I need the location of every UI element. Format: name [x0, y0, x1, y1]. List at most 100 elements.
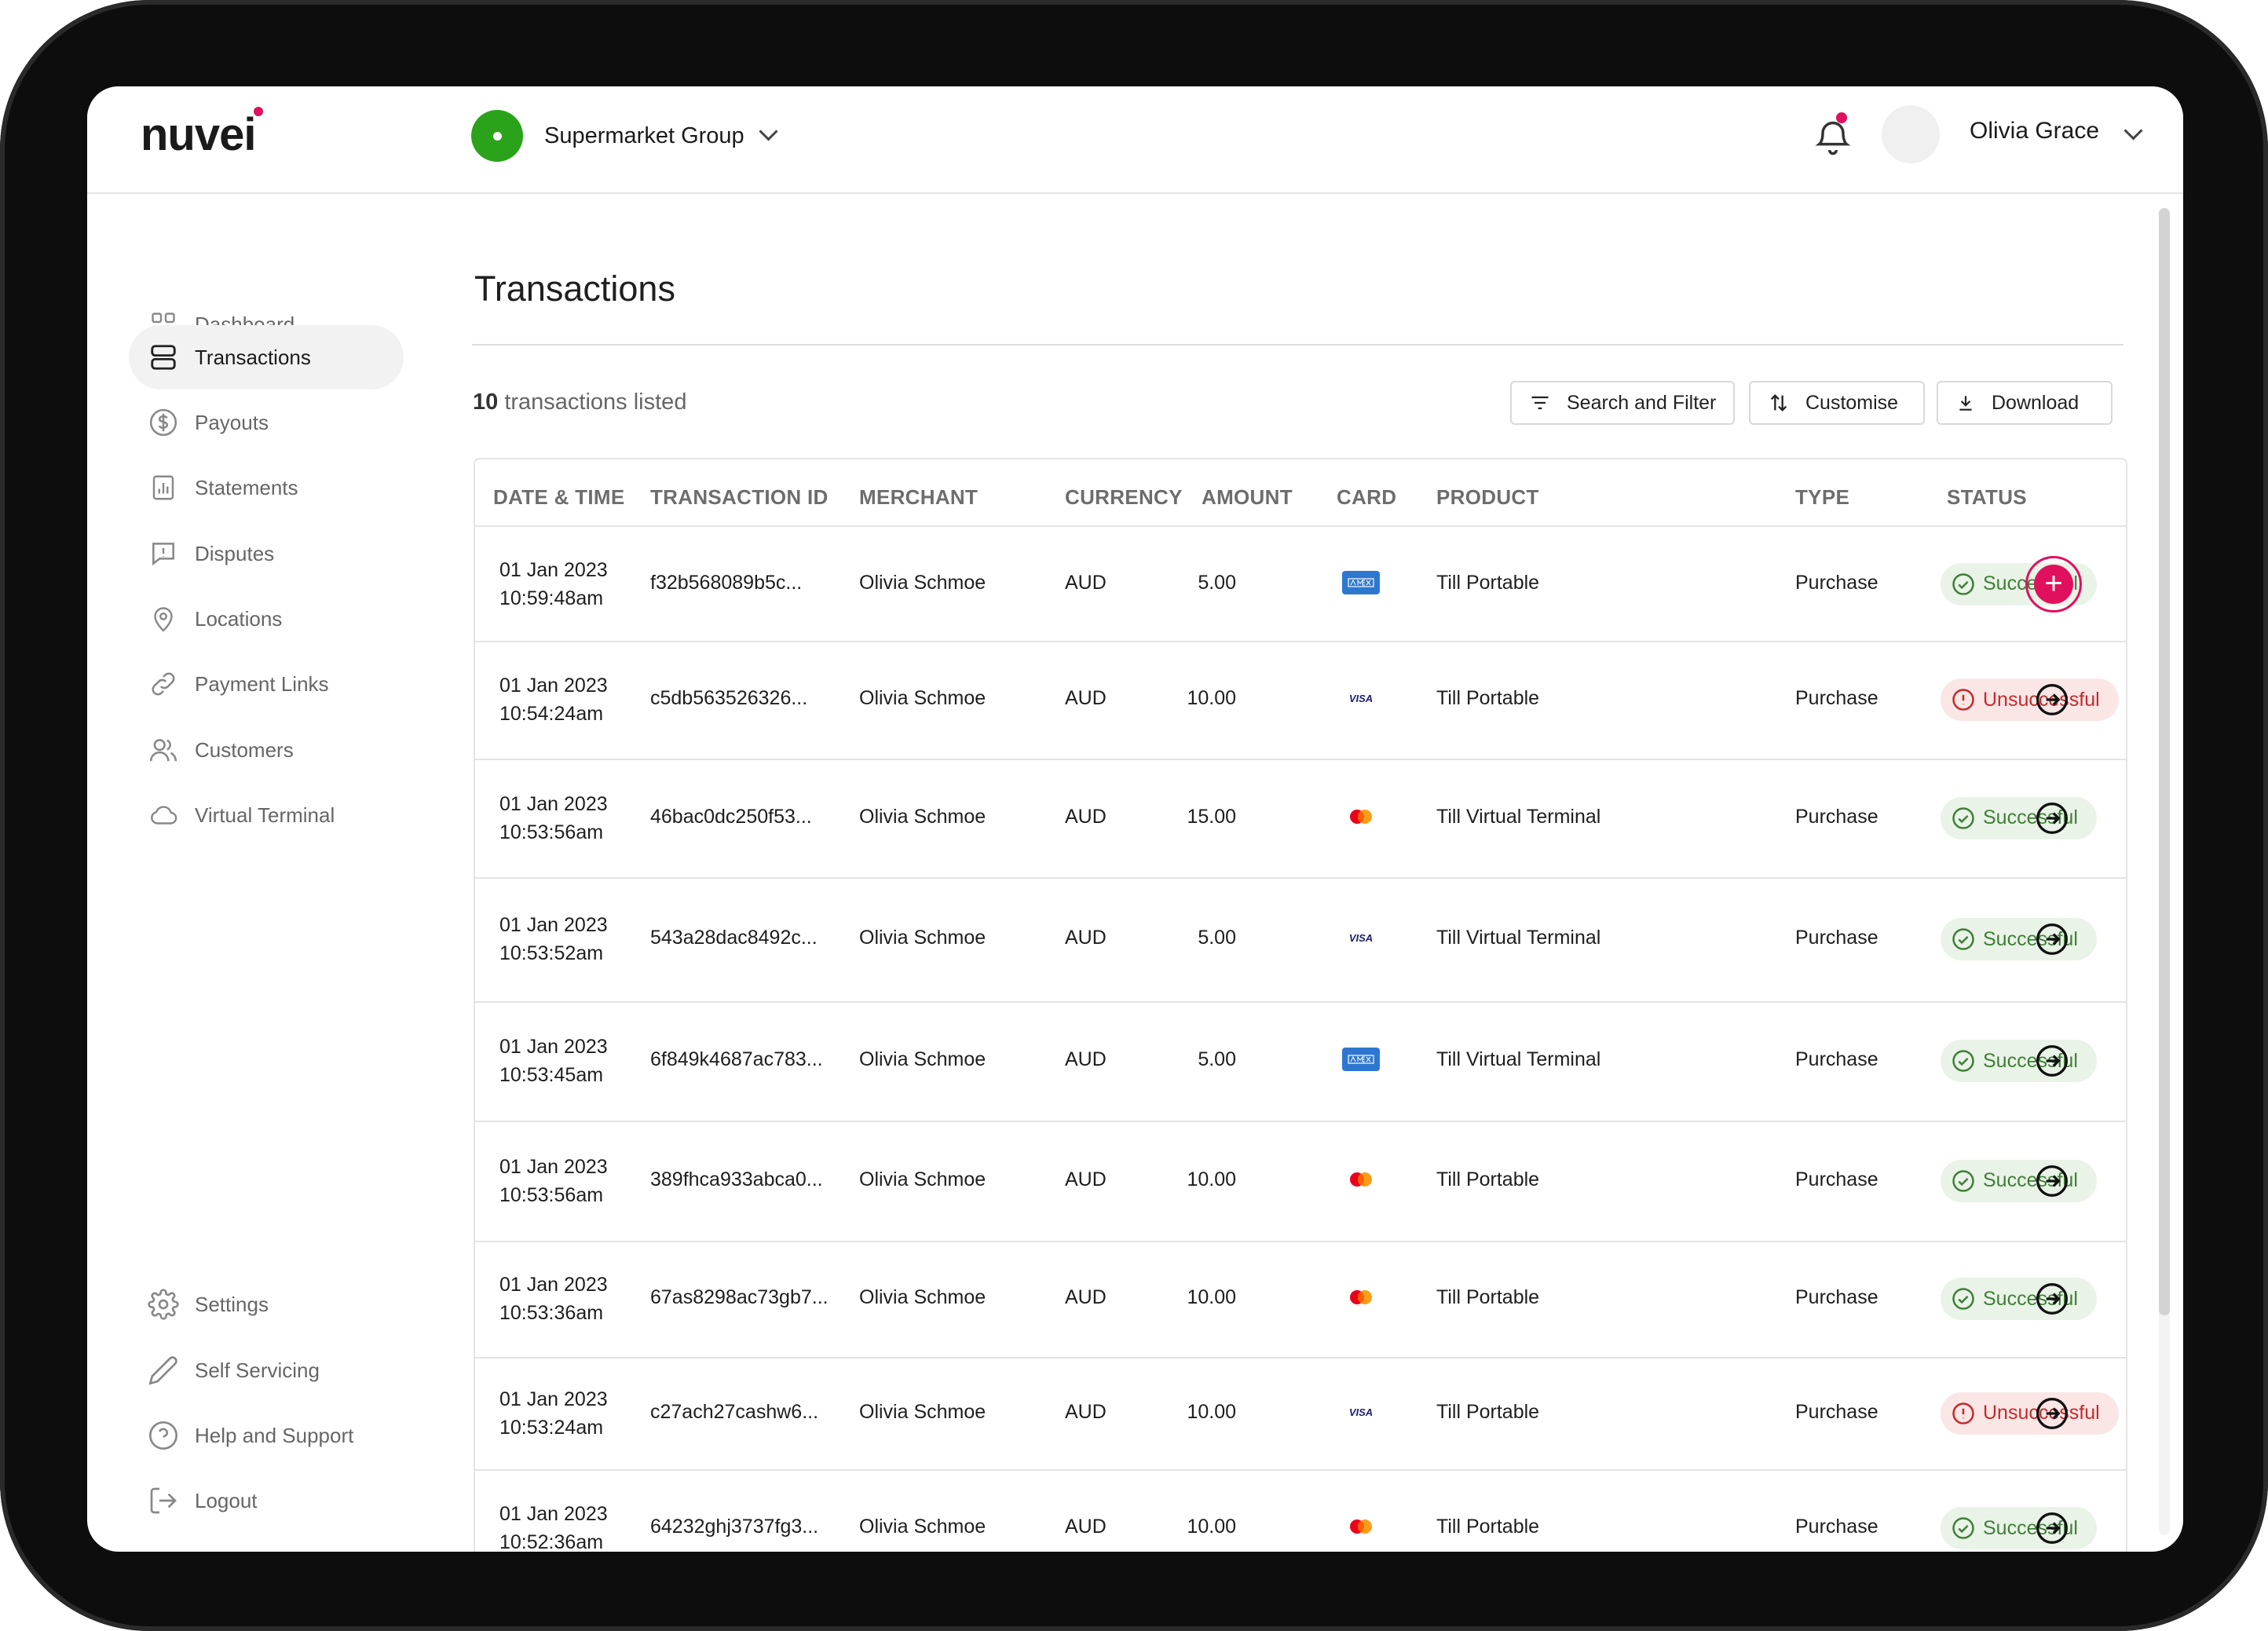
amount-cell: 10.00: [1187, 1400, 1236, 1423]
transaction-id-cell[interactable]: 543a28dac8492c...: [650, 927, 818, 949]
sidebar-item-locations[interactable]: Locations: [129, 587, 404, 651]
svg-text:VISA: VISA: [1349, 932, 1373, 944]
sidebar-item-statements[interactable]: Statements: [129, 455, 404, 520]
transaction-id-cell[interactable]: 389fhca933abca0...: [650, 1168, 823, 1191]
sidebar-item-label: Payouts: [195, 410, 269, 434]
bell-icon[interactable]: [1813, 118, 1853, 159]
sidebar-item-self-servicing[interactable]: Self Servicing: [129, 1338, 404, 1402]
column-header[interactable]: TYPE: [1795, 485, 1849, 510]
column-header[interactable]: CURRENCY: [1065, 485, 1183, 510]
date-time-cell: 01 Jan 2023 10:53:56am: [499, 1153, 608, 1209]
arrow-right-circle-icon[interactable]: [2035, 1044, 2069, 1078]
table-row[interactable]: 01 Jan 2023 10:53:24am c27ach27cashw6... Ol…: [475, 1357, 2126, 1471]
sidebar-item-customers[interactable]: Customers: [129, 718, 404, 782]
column-header[interactable]: MERCHANT: [859, 485, 978, 510]
date-time-cell: 01 Jan 2023 10:53:24am: [499, 1385, 608, 1442]
transaction-id-cell[interactable]: f32b568089b5c...: [650, 572, 802, 594]
transaction-id-cell[interactable]: 46bac0dc250f53...: [650, 806, 812, 828]
time-text: 10:53:24am: [499, 1416, 604, 1439]
sidebar-item-payment-links[interactable]: Payment Links: [129, 652, 404, 716]
count-number: 10: [473, 389, 499, 415]
chevron-down-icon[interactable]: [2124, 121, 2143, 141]
nuvei-logo[interactable]: nuvei: [141, 107, 263, 161]
customise-button[interactable]: Customise: [1749, 381, 1925, 425]
transaction-count: 10 transactions listed: [473, 389, 686, 415]
table-row[interactable]: 01 Jan 2023 10:52:36am 64232ghj3737fg3... O…: [475, 1469, 2126, 1552]
arrow-right-circle-icon[interactable]: [2035, 1282, 2069, 1316]
date-time-cell: 01 Jan 2023 10:53:36am: [499, 1271, 608, 1327]
search-filter-button[interactable]: Search and Filter: [1510, 381, 1735, 425]
svg-text:VISA: VISA: [1349, 693, 1373, 704]
visa-card-icon: VISA: [1342, 1399, 1380, 1424]
amex-card-icon: [1342, 570, 1380, 594]
table-row[interactable]: 01 Jan 2023 10:53:56am 389fhca933abca0... O…: [475, 1121, 2126, 1242]
sidebar-item-virtual-terminal[interactable]: Virtual Terminal: [129, 783, 404, 847]
mastercard-card-icon: [1342, 1515, 1380, 1538]
currency-cell: AUD: [1065, 1048, 1107, 1070]
top-bar: nuvei Supermarket Group Olivia Grace: [87, 86, 2183, 194]
org-name: Supermarket Group: [544, 123, 744, 148]
amount-cell: 10.00: [1187, 1516, 1236, 1538]
date-text: 01 Jan 2023: [499, 1503, 608, 1525]
download-icon: [1959, 396, 1972, 411]
mastercard-card-icon: [1342, 805, 1380, 828]
arrow-right-circle-icon[interactable]: [2035, 922, 2069, 956]
currency-cell: AUD: [1065, 687, 1107, 709]
table-row[interactable]: 01 Jan 2023 10:59:48am f32b568089b5c... Oli…: [475, 527, 2126, 642]
merchant-cell: Olivia Schmoe: [859, 1400, 986, 1423]
sidebar-item-label: Logout: [195, 1488, 258, 1512]
time-text: 10:53:56am: [499, 1183, 604, 1206]
amount-cell: 5.00: [1198, 1048, 1236, 1070]
status-badge: Unsuccessful: [1941, 1391, 2119, 1435]
sidebar-item-label: Payment Links: [195, 671, 329, 696]
table-row[interactable]: 01 Jan 2023 10:53:36am 67as8298ac73gb7... O…: [475, 1241, 2126, 1359]
add-icon[interactable]: +: [2025, 555, 2082, 613]
org-switcher[interactable]: Supermarket Group: [471, 110, 778, 162]
product-cell: Till Portable: [1436, 687, 1540, 709]
currency-cell: AUD: [1065, 1168, 1107, 1190]
chevron-down-icon: [759, 121, 778, 141]
avatar[interactable]: [1882, 105, 1940, 163]
transaction-id-cell[interactable]: 6f849k4687ac783...: [650, 1048, 823, 1071]
arrow-right-circle-icon[interactable]: [2035, 801, 2069, 836]
sidebar-item-logout[interactable]: Logout: [129, 1468, 404, 1533]
column-header[interactable]: PRODUCT: [1436, 485, 1539, 510]
table-row[interactable]: 01 Jan 2023 10:54:24am c5db563526326... Oli…: [475, 641, 2126, 760]
sidebar-item-transactions[interactable]: Transactions: [129, 325, 404, 389]
sidebar-item-payouts[interactable]: Payouts: [129, 390, 404, 455]
sidebar-item-label: Transactions: [195, 345, 311, 369]
svg-text:VISA: VISA: [1349, 1406, 1373, 1418]
currency-cell: AUD: [1065, 1286, 1107, 1308]
arrow-right-circle-icon[interactable]: [2035, 682, 2069, 717]
column-header[interactable]: STATUS: [1947, 485, 2027, 510]
help-circle-icon: [146, 1418, 181, 1453]
column-header[interactable]: TRANSACTION ID: [650, 485, 829, 510]
table-row[interactable]: 01 Jan 2023 10:53:56am 46bac0dc250f53... Ol…: [475, 759, 2126, 879]
column-header[interactable]: DATE & TIME: [493, 485, 624, 510]
status-badge: Successful: [1941, 1278, 2097, 1320]
transaction-id-cell[interactable]: 67as8298ac73gb7...: [650, 1286, 829, 1309]
transaction-id-cell[interactable]: c27ach27cashw6...: [650, 1401, 818, 1424]
chart-doc-icon: [146, 470, 181, 505]
transaction-id-cell[interactable]: 64232ghj3737fg3...: [650, 1516, 818, 1538]
sidebar-item-help[interactable]: Help and Support: [129, 1403, 404, 1468]
sidebar-item-settings[interactable]: Settings: [129, 1272, 404, 1337]
sidebar-item-disputes[interactable]: Disputes: [129, 521, 404, 586]
table-row[interactable]: 01 Jan 2023 10:53:45am 6f849k4687ac783... O…: [475, 1001, 2126, 1122]
type-cell: Purchase: [1795, 1168, 1878, 1190]
type-cell: Purchase: [1795, 1286, 1878, 1308]
product-cell: Till Portable: [1436, 1286, 1540, 1308]
download-button[interactable]: Download: [1937, 381, 2113, 425]
scrollbar-thumb[interactable]: [2159, 208, 2170, 1315]
arrow-right-circle-icon[interactable]: [2035, 1164, 2069, 1198]
table-row[interactable]: 01 Jan 2023 10:53:52am 543a28dac8492c... Ol…: [475, 877, 2126, 1003]
user-name[interactable]: Olivia Grace: [1970, 118, 2099, 144]
sidebar-item-label: Help and Support: [195, 1423, 354, 1447]
arrow-right-circle-icon[interactable]: [2035, 1511, 2069, 1545]
column-header[interactable]: AMOUNT: [1202, 485, 1293, 510]
merchant-cell: Olivia Schmoe: [859, 1516, 986, 1538]
transaction-id-cell[interactable]: c5db563526326...: [650, 687, 807, 710]
arrow-right-circle-icon[interactable]: [2035, 1396, 2069, 1431]
product-cell: Till Portable: [1436, 571, 1540, 594]
column-header[interactable]: CARD: [1337, 485, 1396, 510]
